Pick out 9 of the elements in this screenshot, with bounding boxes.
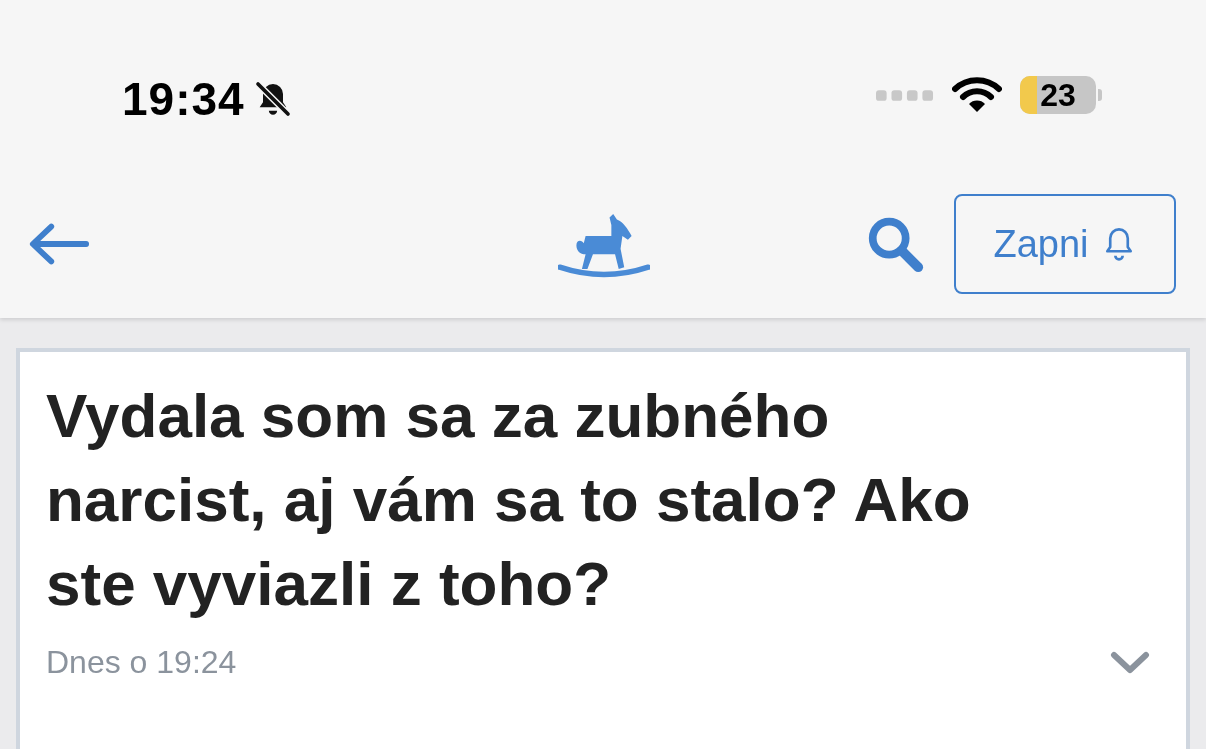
back-button[interactable]	[28, 222, 90, 266]
chevron-button[interactable]	[1110, 650, 1150, 675]
notify-button[interactable]: Zapni	[954, 194, 1176, 294]
wifi-icon	[952, 76, 1002, 114]
battery-icon: 23	[1020, 76, 1096, 114]
post-title: Vydala som sa za zubného narcist, aj vám sa to stalo? Ako ste vyviazli z toho?	[46, 380, 972, 620]
clock-time: 19:34	[122, 72, 245, 126]
post-date: Dnes o 19:24	[46, 644, 237, 681]
signal-dots-icon	[876, 88, 934, 102]
